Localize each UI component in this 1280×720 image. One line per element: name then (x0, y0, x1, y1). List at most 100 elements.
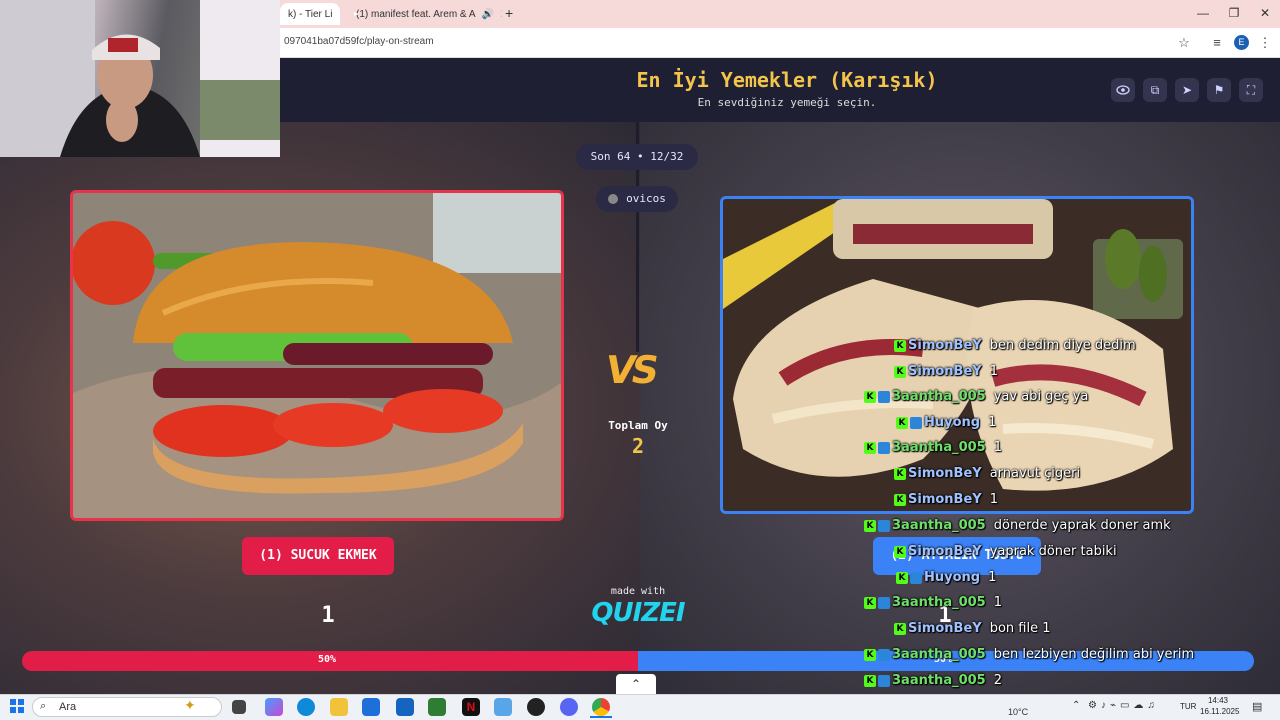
made-with-label: made with (610, 586, 666, 597)
search-icon: ⌕ (40, 700, 47, 712)
restore-button[interactable]: ❐ (1219, 4, 1249, 22)
edge-icon[interactable] (297, 698, 315, 716)
system-clock[interactable]: 14:43 16.11.2025 (1200, 695, 1239, 717)
kick-badge-icon: K (864, 648, 876, 661)
minimize-button[interactable]: — (1188, 4, 1218, 22)
chat-text: arnavut çigeri (989, 466, 1081, 481)
kick-badge-icon: K (894, 339, 906, 352)
browser-tab-active[interactable]: k) - Tier Li ✕ (280, 3, 340, 25)
chat-username[interactable]: 3aantha_005 (892, 647, 986, 662)
sub-badge-icon (878, 519, 890, 532)
kick-badge-icon: K (864, 674, 876, 687)
chat-message: K 3aantha_005 yav abi geç ya (864, 389, 1088, 404)
file-explorer-icon[interactable] (330, 698, 348, 716)
share-icon[interactable]: ⧉ (1143, 78, 1167, 102)
chat-username[interactable]: SimonBeY (908, 621, 982, 636)
clock-time: 14:43 (1207, 696, 1229, 705)
chat-username[interactable]: SimonBeY (908, 492, 982, 507)
chat-username[interactable]: 3aantha_005 (892, 518, 986, 533)
app-icon[interactable] (428, 698, 446, 716)
user-avatar (608, 194, 619, 204)
left-vote-count: 1 (321, 603, 335, 628)
chevron-up-icon[interactable]: ⌃ (616, 674, 656, 694)
kick-badge-icon: K (864, 390, 876, 403)
chrome-icon[interactable] (592, 698, 610, 716)
sub-badge-icon (878, 674, 890, 687)
chat-message: K 3aantha_005 1 (864, 595, 1002, 610)
url-field[interactable]: 097041ba07d59fc/play-on-stream (284, 36, 434, 47)
chat-username[interactable]: 3aantha_005 (892, 389, 986, 404)
chat-username[interactable]: Huyong (924, 415, 980, 430)
round-indicator: Son 64 • 12/32 (576, 144, 698, 170)
browser-tab-youtube[interactable]: (1) manifest feat. Arem & A 🔊 ✕ (342, 3, 502, 25)
flag-icon[interactable]: ⚑ (1207, 78, 1231, 102)
input-language[interactable]: TUR (1180, 702, 1196, 711)
active-app-indicator (590, 716, 612, 718)
new-tab-button[interactable]: + (505, 5, 513, 21)
kick-badge-icon: K (894, 365, 906, 378)
chat-text: yav abi geç ya (993, 389, 1089, 404)
chat-text: 1 (993, 440, 1003, 455)
chat-username[interactable]: 3aantha_005 (892, 673, 986, 688)
chat-message: K SimonBeY bon file 1 (894, 621, 1050, 636)
bookmark-star-icon[interactable]: ☆ (1175, 34, 1193, 52)
kick-badge-icon: K (864, 441, 876, 454)
chat-message: K SimonBeY yaprak döner tabiki (894, 544, 1117, 559)
chat-message: K Huyong 1 (896, 570, 996, 585)
menu-kebab-icon[interactable]: ⋮ (1256, 34, 1274, 52)
media-control-icon[interactable]: ≡ (1208, 34, 1226, 52)
webcam-overlay (0, 0, 280, 157)
kick-badge-icon: K (896, 571, 908, 584)
close-tab-icon[interactable]: ✕ (500, 7, 502, 21)
kick-badge-icon: K (894, 467, 906, 480)
weather-temperature[interactable]: 10°C (1008, 707, 1028, 717)
chat-username[interactable]: SimonBeY (908, 544, 982, 559)
eye-icon[interactable] (1111, 78, 1135, 102)
kick-badge-icon: K (864, 519, 876, 532)
store-icon[interactable] (362, 698, 380, 716)
chat-message: K 3aantha_005 2 (864, 673, 1002, 688)
chat-message: K Huyong 1 (896, 415, 996, 430)
netflix-icon[interactable]: N (462, 698, 480, 716)
obs-icon[interactable] (527, 698, 545, 716)
system-tray-icons[interactable]: ⚙♪⌁▭☁♫ (1088, 700, 1159, 711)
copilot-icon[interactable] (265, 698, 283, 716)
tab-title: (1) manifest feat. Arem & A (356, 8, 476, 20)
outlook-icon[interactable] (396, 698, 414, 716)
chat-text: 1 (988, 415, 997, 430)
chat-text: yaprak döner tabiki (989, 544, 1117, 559)
sub-badge-icon (910, 416, 922, 429)
sub-badge-icon (910, 571, 922, 584)
chat-username[interactable]: Huyong (924, 570, 980, 585)
chat-username[interactable]: 3aantha_005 (892, 440, 986, 455)
chat-username[interactable]: SimonBeY (908, 466, 982, 481)
chat-username[interactable]: SimonBeY (908, 364, 982, 379)
discord-icon[interactable] (560, 698, 578, 716)
sub-badge-icon (878, 441, 890, 454)
send-icon[interactable]: ➤ (1175, 78, 1199, 102)
option-image-left[interactable] (70, 190, 564, 521)
tray-chevron-icon[interactable]: ⌃ (1072, 700, 1080, 711)
task-view-icon[interactable] (232, 700, 246, 714)
chat-text: bon file 1 (989, 621, 1051, 636)
fullscreen-icon[interactable]: ⛶ (1239, 78, 1263, 102)
chat-message: K SimonBeY 1 (894, 492, 998, 507)
close-window-button[interactable]: ✕ (1250, 4, 1280, 22)
notifications-icon[interactable]: ▤ (1252, 700, 1262, 713)
chat-text: 1 (989, 364, 998, 379)
chat-username[interactable]: 3aantha_005 (892, 595, 986, 610)
kick-badge-icon: K (894, 545, 906, 558)
chat-text: 1 (988, 570, 997, 585)
quizei-logo[interactable]: QUIZEI (590, 598, 686, 628)
chat-username[interactable]: SimonBeY (908, 338, 982, 353)
close-tab-icon[interactable]: ✕ (338, 7, 340, 21)
sparkle-icon[interactable]: ✦ (184, 697, 196, 714)
total-votes-label: Toplam Oy (608, 419, 668, 432)
choose-left-button[interactable]: (1) SUCUK EKMEK (242, 537, 394, 575)
chat-text: 1 (989, 492, 998, 507)
settings-gear-icon[interactable] (494, 698, 512, 716)
windows-start-icon[interactable] (10, 699, 24, 713)
kick-badge-icon: K (894, 493, 906, 506)
profile-avatar[interactable]: E (1234, 35, 1249, 50)
chat-message: K SimonBeY ben dedim diye dedim (894, 338, 1136, 353)
